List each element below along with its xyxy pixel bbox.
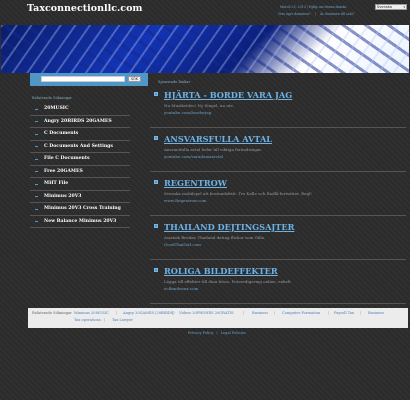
sidebar-item[interactable]: 20MUSIC — [30, 103, 130, 116]
sidebar-item[interactable]: Minimus 20V3 — [30, 191, 130, 203]
language-select[interactable]: Svenska ▾ — [375, 4, 407, 10]
sidebar-item-label[interactable]: C Documents — [44, 131, 78, 136]
sidebar: SÖK Relaterade Sökningar 20MUSIC Angry 2… — [30, 73, 148, 228]
sidebar-list: 20MUSIC Angry 20BIRDS 20GAMES C Document… — [30, 103, 130, 228]
sidebar-item[interactable]: New Balance Minimus 20V3 — [30, 216, 130, 228]
sponsored-post: HJÄRTA - BORDE VARA JAG Nu Musikvideo! N… — [150, 84, 406, 128]
footer-link[interactable]: Business — [252, 311, 268, 315]
post-url-link[interactable]: www.Regentrow.com — [164, 198, 207, 203]
top-bar: Taxconnectionllc.com March 25, 2013 | Hj… — [0, 0, 410, 26]
bottom-links: Privacy Policy | Legal Policies — [188, 331, 246, 335]
bullet-icon — [35, 221, 38, 222]
footer-related-links: Relaterade Sökningar Minimus 20MUSIC | A… — [28, 308, 408, 328]
sponsored-post: ANSVARSFULLA AVTAL Ansvarsfulla avtal le… — [150, 128, 406, 172]
sidebar-item[interactable]: MHT File — [30, 178, 130, 191]
legal-policies-link[interactable]: Legal Policies — [221, 331, 246, 335]
sponsored-post: THAILAND DEJTINGSAJTER Asiatisk Brudar, … — [150, 216, 406, 260]
footer-separator: | — [243, 311, 245, 315]
sidebar-heading: Relaterade Sökningar — [32, 96, 72, 100]
footer-separator: | — [172, 311, 174, 315]
sponsored-post: REGENTROW Svenska mobilspel att kostnads… — [150, 172, 406, 216]
link-domain-owner[interactable]: Vem äger domänen? — [278, 12, 311, 16]
post-description: Svenska mobilspel att kostnadsfritt. Tre… — [164, 191, 312, 196]
footer-separator: | — [116, 311, 118, 315]
search-bar: SÖK — [30, 73, 148, 86]
site-logo[interactable]: Taxconnectionllc.com — [27, 3, 142, 14]
sidebar-item-label[interactable]: MHT File — [44, 181, 68, 186]
language-select-value: Svenska — [377, 5, 392, 9]
bottom-links-separator: | — [216, 331, 218, 335]
sidebar-item[interactable]: Free 20GAMES — [30, 166, 130, 178]
sidebar-item[interactable]: C Documents — [30, 128, 130, 141]
search-icon — [43, 76, 46, 80]
sidebar-item[interactable]: C Documents And Settings — [30, 141, 130, 153]
post-url-link[interactable]: GoodThaiGirl.com — [164, 242, 201, 247]
footer-separator: | — [274, 311, 276, 315]
post-description: Lägga till effekter till dina foton. Fot… — [164, 279, 293, 284]
sidebar-item-label[interactable]: Minimus 20V3 Cross Training — [44, 206, 121, 211]
bullet-icon — [35, 208, 38, 210]
sidebar-item-label[interactable]: Minimus 20V3 — [44, 194, 81, 199]
footer-heading: Relaterade Sökningar — [32, 311, 72, 315]
footer-link[interactable]: Tax operations — [74, 318, 101, 322]
footer-link[interactable]: Computer Formation — [282, 311, 320, 315]
bullet-icon — [35, 108, 38, 110]
chevron-down-icon: ▾ — [403, 5, 405, 9]
sidebar-item-label[interactable]: File C Documents — [44, 156, 90, 161]
bullet-icon — [35, 158, 38, 160]
bullet-icon — [35, 171, 38, 172]
bullet-icon — [35, 133, 38, 135]
sidebar-item[interactable]: File C Documents — [30, 153, 130, 166]
link-domain-sale[interactable]: Är domänen till salu? — [320, 12, 354, 16]
post-url-link[interactable]: youtube.com/borderjag — [164, 110, 211, 115]
square-bullet-icon — [154, 136, 158, 140]
post-url-link[interactable]: ecBandeaux.com — [164, 286, 198, 291]
header-banner-image — [1, 25, 409, 73]
bullet-icon — [35, 121, 38, 122]
footer-link[interactable]: Tax Lawyer — [112, 318, 133, 322]
post-title-link[interactable]: ANSVARSFULLA AVTAL — [164, 134, 272, 144]
sidebar-item-label[interactable]: New Balance Minimus 20V3 — [44, 219, 116, 224]
footer-link[interactable]: Videos 20PHONES 20GRATIS — [179, 311, 234, 315]
square-bullet-icon — [154, 92, 158, 96]
date-help-text: March 25, 2013 | Hjälp om denna domän — [280, 5, 347, 9]
sidebar-item[interactable]: Minimus 20V3 Cross Training — [30, 203, 130, 216]
sidebar-item-label[interactable]: C Documents And Settings — [44, 144, 113, 149]
footer-separator: | — [328, 311, 330, 315]
top-links-separator: | — [314, 12, 316, 16]
post-title-link[interactable]: ROLIGA BILDEFFEKTER — [164, 266, 278, 276]
footer-link[interactable]: Business — [368, 311, 384, 315]
search-button[interactable]: SÖK — [128, 76, 141, 82]
post-description: Nu Musikvideo! Ny Singel, nu ute. — [164, 103, 235, 108]
sidebar-item-label[interactable]: Free 20GAMES — [44, 169, 83, 174]
post-title-link[interactable]: HJÄRTA - BORDE VARA JAG — [164, 90, 292, 100]
footer-separator: | — [360, 311, 362, 315]
privacy-policy-link[interactable]: Privacy Policy — [188, 331, 213, 335]
post-url-link[interactable]: youtube.com/varadomatavtal — [164, 154, 223, 159]
sidebar-item-label[interactable]: Angry 20BIRDS 20GAMES — [44, 119, 112, 124]
search-input[interactable] — [41, 76, 125, 82]
square-bullet-icon — [154, 224, 158, 228]
footer-link[interactable]: Minimus 20MUSIC — [74, 311, 109, 315]
post-description: Asiatisk Brudar, Thailand dating flickor… — [164, 235, 266, 240]
bullet-icon — [35, 183, 38, 185]
sponsored-post: ROLIGA BILDEFFEKTER Lägga till effekter … — [150, 260, 406, 304]
main-content: Sponsrade länkar HJÄRTA - BORDE VARA JAG… — [150, 73, 406, 304]
top-links: Vem äger domänen? | Är domänen till salu? — [278, 12, 354, 16]
keyboard-image — [1, 25, 409, 73]
post-title-link[interactable]: THAILAND DEJTINGSAJTER — [164, 222, 294, 232]
bullet-icon — [35, 146, 38, 147]
sidebar-item-label[interactable]: 20MUSIC — [44, 106, 69, 111]
square-bullet-icon — [154, 268, 158, 272]
footer-separator: | — [104, 318, 106, 322]
post-title-link[interactable]: REGENTROW — [164, 178, 227, 188]
footer-link[interactable]: Payroll Tax — [334, 311, 354, 315]
footer-link[interactable]: Angry 20GAMES (20BIRDS) — [123, 311, 175, 315]
bullet-icon — [35, 196, 38, 197]
sidebar-item[interactable]: Angry 20BIRDS 20GAMES — [30, 116, 130, 128]
post-description: Ansvarsfulla avtal leder till viktiga fö… — [164, 147, 262, 152]
square-bullet-icon — [154, 180, 158, 184]
